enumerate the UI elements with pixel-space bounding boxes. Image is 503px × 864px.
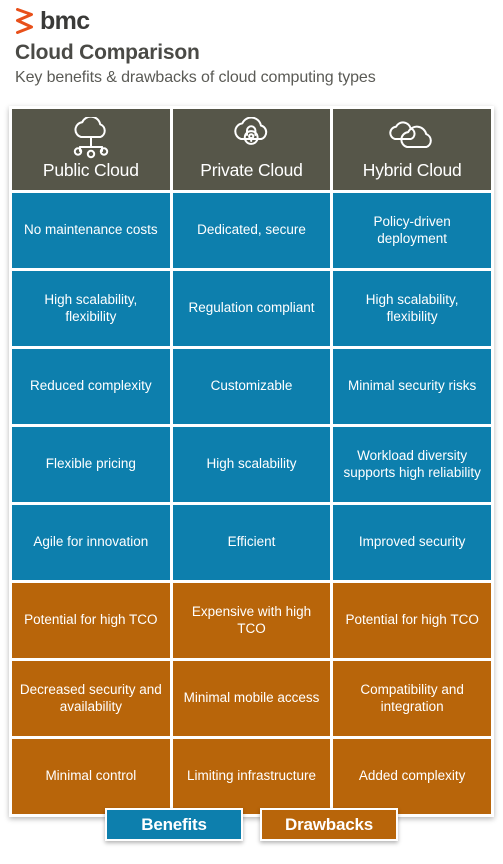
column-header-hybrid-cloud: Hybrid Cloud — [333, 109, 491, 190]
benefit-cell: Policy-driven deployment — [333, 192, 491, 268]
benefit-cell: Workload diversity supports high reliabi… — [333, 426, 491, 502]
benefit-cell: No maintenance costs — [12, 192, 170, 268]
drawback-cell: Decreased security and availability — [12, 660, 170, 736]
comparison-grid: Public Cloud Private Cloud Hybrid Cloud No … — [12, 109, 491, 814]
drawback-cell: Limiting infrastructure — [172, 738, 331, 814]
drawback-cell: Compatibility and integration — [333, 660, 491, 736]
drawback-cell: Expensive with high TCO — [172, 582, 331, 658]
cloud-lock-icon — [180, 117, 324, 159]
drawback-cell: Added complexity — [333, 738, 491, 814]
benefit-cell: Dedicated, secure — [172, 192, 331, 268]
benefit-cell: Customizable — [172, 348, 331, 424]
benefit-cell: Reduced complexity — [12, 348, 170, 424]
two-clouds-icon — [340, 117, 484, 159]
cloud-comparison-table: Public Cloud Private Cloud Hybrid Cloud No … — [9, 106, 494, 817]
benefit-cell: Flexible pricing — [12, 426, 170, 502]
legend-drawback-button[interactable]: Drawbacks — [260, 808, 398, 841]
brand-wordmark: bmc — [40, 6, 90, 35]
drawback-cell: Potential for high TCO — [333, 582, 491, 658]
drawback-cell: Minimal mobile access — [172, 660, 331, 736]
benefit-cell: Efficient — [172, 504, 331, 580]
column-header-private-cloud: Private Cloud — [172, 109, 331, 190]
benefit-cell: Minimal security risks — [333, 348, 491, 424]
drawback-cell: Minimal control — [12, 738, 170, 814]
benefit-cell: High scalability, flexibility — [333, 270, 491, 346]
drawback-cell: Potential for high TCO — [12, 582, 170, 658]
brand-logo: bmc — [15, 6, 90, 36]
benefit-cell: Improved security — [333, 504, 491, 580]
page-subtitle: Key benefits & drawbacks of cloud comput… — [15, 69, 376, 86]
column-header-label: Hybrid Cloud — [362, 160, 462, 180]
cloud-network-icon — [19, 117, 163, 159]
benefit-cell: High scalability, flexibility — [12, 270, 170, 346]
bmc-chevron-logo-icon — [15, 8, 36, 34]
legend: Benefits Drawbacks — [0, 808, 503, 841]
benefit-cell: Regulation compliant — [172, 270, 331, 346]
benefit-cell: High scalability — [172, 426, 331, 502]
benefit-cell: Agile for innovation — [12, 504, 170, 580]
column-header-label: Private Cloud — [200, 160, 303, 180]
column-header-public-cloud: Public Cloud — [12, 109, 170, 190]
column-header-label: Public Cloud — [42, 160, 139, 180]
page-title: Cloud Comparison — [15, 41, 200, 64]
legend-benefit-button[interactable]: Benefits — [105, 808, 243, 841]
